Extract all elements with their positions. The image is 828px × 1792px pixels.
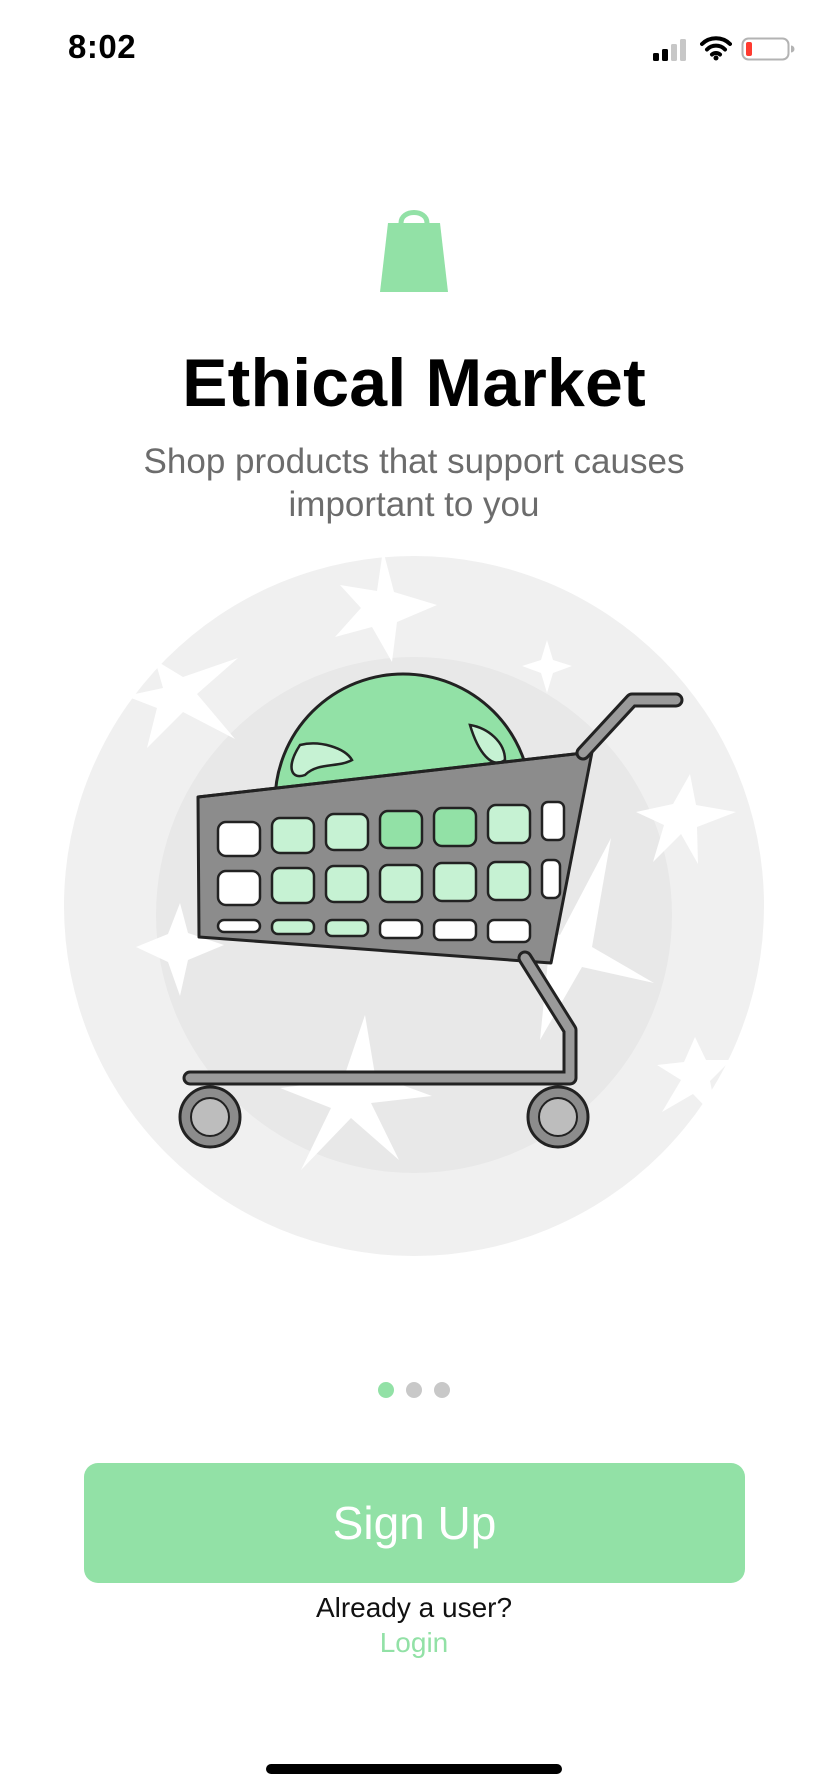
- app-title: Ethical Market: [182, 345, 646, 421]
- page-dot-1[interactable]: [378, 1382, 394, 1398]
- signup-button[interactable]: Sign Up: [84, 1463, 745, 1583]
- status-bar: 8:02: [0, 0, 828, 100]
- already-user-text: Already a user?: [315, 1592, 513, 1623]
- cellular-signal-icon: [653, 39, 686, 61]
- battery-low-icon: [741, 37, 795, 61]
- login-link[interactable]: Login: [364, 1627, 464, 1659]
- shopping-cart-globe-illustration: [64, 550, 764, 1256]
- page-indicator: [0, 1382, 828, 1398]
- page-dot-2[interactable]: [406, 1382, 422, 1398]
- page-dot-3[interactable]: [434, 1382, 450, 1398]
- app-tagline: Shop products that support causes import…: [143, 442, 685, 524]
- status-time: 8:02: [68, 28, 137, 65]
- wifi-icon: [700, 36, 732, 61]
- shopping-bag-icon: [380, 210, 448, 292]
- home-indicator[interactable]: [266, 1764, 562, 1774]
